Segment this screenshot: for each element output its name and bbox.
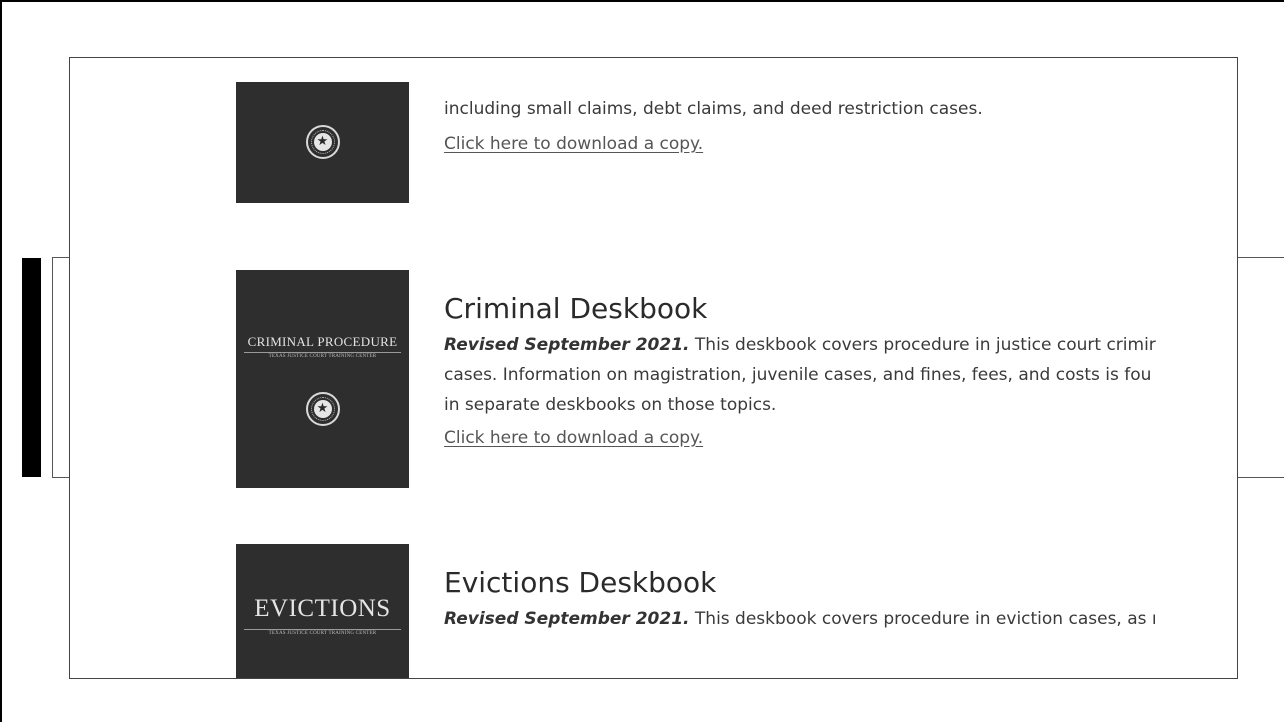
deskbook-cover-criminal: CRIMINAL PROCEDURE TEXAS JUSTICE COURT T… bbox=[236, 270, 409, 488]
left-accent-bar bbox=[22, 258, 41, 477]
star-seal-icon: ★ bbox=[305, 392, 340, 426]
criminal-text-block: Criminal Deskbook Revised September 2021… bbox=[444, 292, 1237, 448]
criminal-cover-subtitle: TEXAS JUSTICE COURT TRAINING CENTER bbox=[244, 352, 401, 359]
criminal-revised: Revised September 2021. bbox=[444, 335, 690, 355]
evictions-revised: Revised September 2021. bbox=[444, 609, 690, 629]
criminal-desc-line-1: This deskbook covers procedure in justic… bbox=[689, 335, 1156, 355]
criminal-download-link[interactable]: Click here to download a copy. bbox=[444, 428, 703, 448]
criminal-desc-line-3: in separate deskbooks on those topics. bbox=[444, 395, 777, 415]
criminal-description: Revised September 2021. This deskbook co… bbox=[444, 330, 1237, 420]
deskbook-cover-civil: ★ bbox=[236, 82, 409, 203]
evictions-description: Revised September 2021. This deskbook co… bbox=[444, 604, 1237, 634]
criminal-desc-line-2: cases. Information on magistration, juve… bbox=[444, 365, 1152, 385]
criminal-heading: Criminal Deskbook bbox=[444, 292, 708, 325]
criminal-cover-title: CRIMINAL PROCEDURE bbox=[247, 334, 398, 349]
deskbook-cover-evictions: EVICTIONS TEXAS JUSTICE COURT TRAINING C… bbox=[236, 544, 409, 678]
civil-description: including small claims, debt claims, and… bbox=[444, 99, 983, 119]
star-seal-icon: ★ bbox=[305, 125, 340, 159]
evictions-desc-line-1: This deskbook covers procedure in evicti… bbox=[689, 609, 1157, 629]
evictions-heading: Evictions Deskbook bbox=[444, 566, 717, 599]
evictions-cover-subtitle: TEXAS JUSTICE COURT TRAINING CENTER bbox=[244, 629, 401, 636]
evictions-text-block: Evictions Deskbook Revised September 202… bbox=[444, 566, 1237, 634]
evictions-cover-title: EVICTIONS bbox=[254, 595, 391, 622]
civil-text-block: including small claims, debt claims, and… bbox=[444, 94, 1237, 154]
civil-download-link[interactable]: Click here to download a copy. bbox=[444, 134, 703, 154]
screenshot-panel: ★ including small claims, debt claims, a… bbox=[69, 57, 1238, 679]
